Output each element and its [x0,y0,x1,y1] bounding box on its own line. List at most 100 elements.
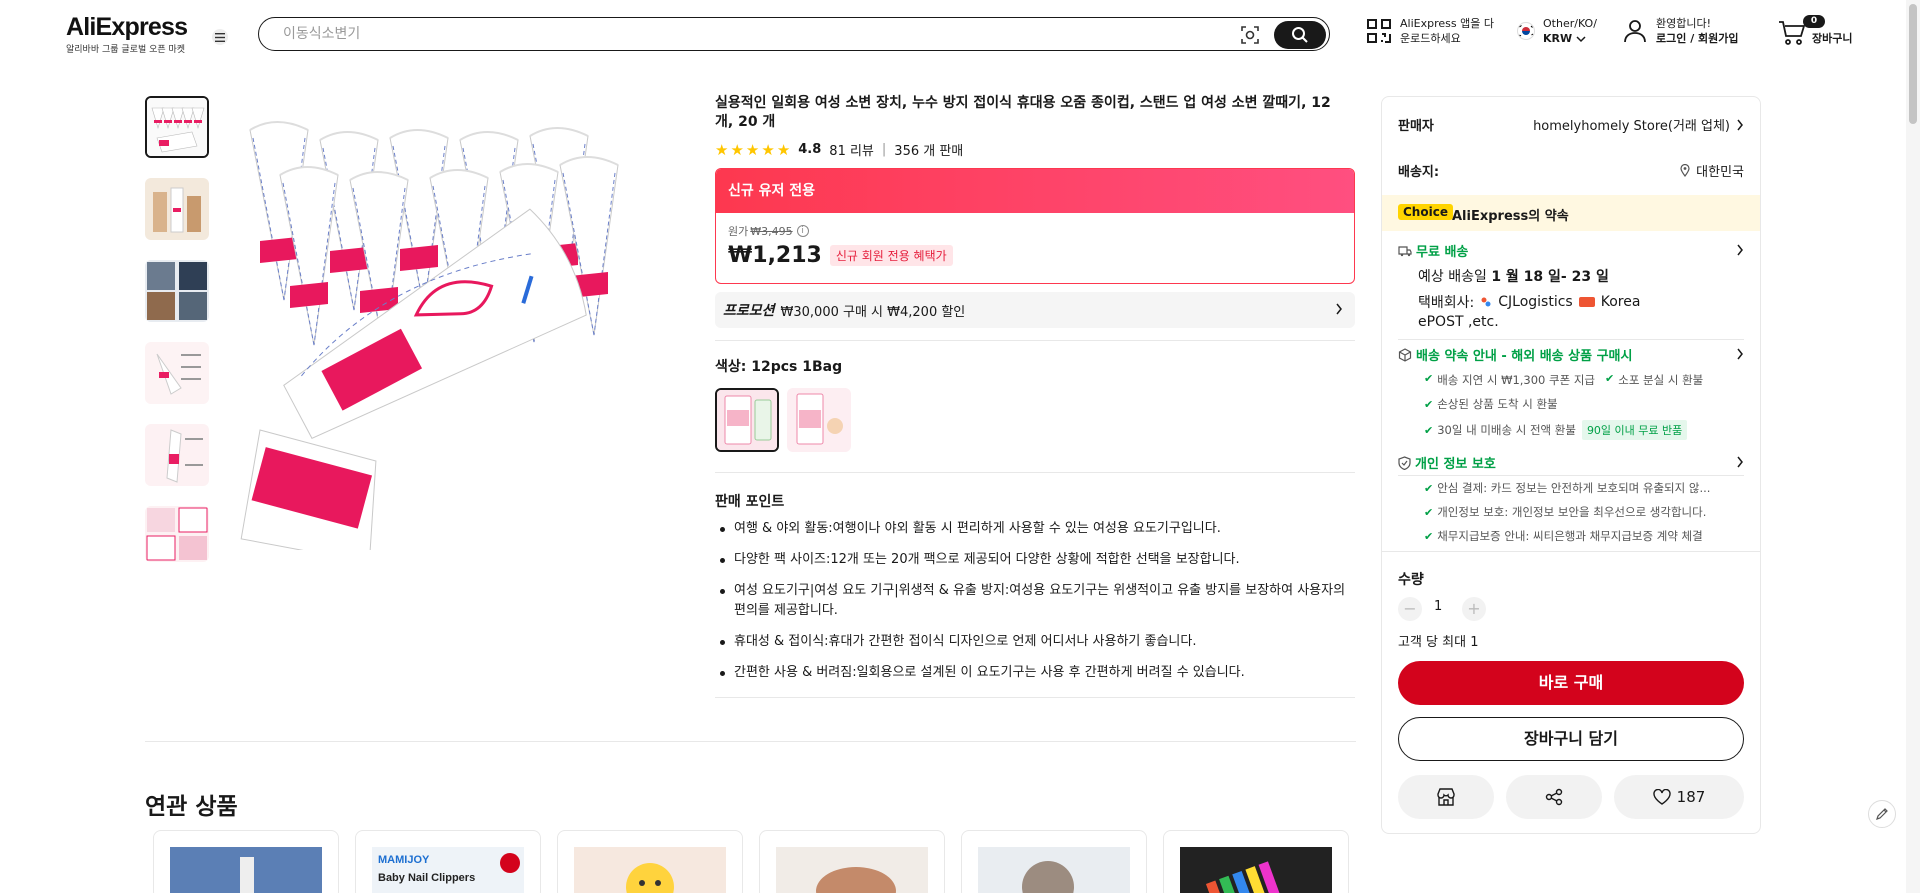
check-icon: ✔ [1605,372,1615,385]
star-icon: ★ [730,140,744,159]
logo-subtitle: 알리바바 그룹 글로벌 오픈 마켓 [66,45,186,55]
product-title: 실용적인 일회용 여성 소변 장치, 누수 방지 접이식 휴대용 오줌 종이컵,… [715,95,1331,130]
ship-to-country: 대한민국 [1696,165,1744,180]
cart-count-badge: 0 [1803,15,1825,28]
related-product-card[interactable] [961,830,1147,893]
main-product-image[interactable] [240,110,680,564]
related-product-card[interactable] [153,830,339,893]
free-shipping-label: 무료 배송 [1416,245,1469,260]
share-button[interactable] [1506,775,1602,819]
privacy-3: 채무지급보증 안내: 씨티은행과 채무지급보증 계약 체결 [1437,529,1703,543]
cart-icon [1779,21,1806,45]
selling-point: 여성 요도기구|여성 요도 기구|위생적 & 유출 방지:여성용 요도기구는 위… [715,581,1355,621]
quantity-value[interactable]: 1 [1434,599,1442,614]
privacy-section[interactable]: 개인 정보 보호 ✔ 안심 결제: 카드 정보는 안전하게 보호되며 유출되지 않… [1398,451,1744,544]
sold-count: 356 개 판매 [894,144,964,159]
thumbnail-5[interactable] [145,424,209,486]
quantity-increase-button[interactable]: + [1462,597,1486,621]
related-product-card[interactable] [557,830,743,893]
selling-point: 다양한 팩 사이즈:12개 또는 20개 팩으로 제공되어 다양한 상황에 적합… [715,550,1355,570]
app-download[interactable]: AliExpress 앱을 다 운로드하세요 [1366,16,1494,46]
promotion-bar[interactable]: 프로모션 ₩30,000 구매 시 ₩4,200 할인 [715,292,1355,328]
check-icon: ✔ [1424,398,1434,411]
cart-label: 장바구니 [1812,31,1853,45]
choice-badge: Choice [1398,204,1453,220]
purchase-panel: 판매자 homelyhomely Store(거래 업체) 배송지: 대한민국 … [1381,96,1761,834]
wishlist-count: 187 [1676,788,1706,806]
carrier-3: ePOST ,etc. [1418,314,1499,330]
share-icon [1545,788,1563,806]
review-count-link[interactable]: 81 리뷰 [829,140,874,159]
original-price-label: 원가 [728,225,749,238]
rating-score: 4.8 [798,142,822,157]
store-button[interactable] [1398,775,1494,819]
promise-2: 소포 분실 시 환불 [1618,373,1704,387]
related-product-card[interactable] [1163,830,1349,893]
thumbnail-6[interactable] [145,506,209,562]
seller-name: homelyhomely Store(거래 업체) [1533,119,1730,134]
thumbnail-4[interactable] [145,342,209,404]
login-signup-link[interactable]: 로그인 / 회원가입 [1656,32,1739,45]
divider [715,340,1355,341]
free-shipping-section[interactable]: 무료 배송 예상 배송일 1 월 18 일- 23 일 택배회사: CJLogi… [1398,241,1744,330]
scrollbar-thumb[interactable] [1909,4,1917,124]
image-search-icon[interactable] [1239,24,1261,46]
promotion-label: 프로모션 [723,303,775,319]
product-thumbnail [776,847,928,893]
color-swatch-20pcs[interactable] [787,388,851,452]
divider [145,741,1356,742]
related-product-card[interactable]: MAMIJOY Baby Nail Clippers [355,830,541,893]
box-icon [1398,347,1412,362]
chevron-right-icon [1737,348,1743,360]
search-button[interactable] [1274,20,1326,49]
promise-3: 손상된 상품 도착 시 환불 [1437,397,1558,411]
delivery-promise-section[interactable]: 배송 약속 안내 - 해외 배송 상품 구매시 ✔ 배송 지연 시 ₩1,300 … [1398,345,1744,440]
color-swatch-12pcs[interactable] [715,388,779,452]
edit-feedback-button[interactable] [1868,800,1896,828]
account-menu[interactable]: 환영합니다! 로그인 / 회원가입 [1622,16,1739,46]
aliexpress-logo[interactable]: AliExpress 알리바바 그룹 글로벌 오픈 마켓 [66,14,196,55]
ship-to-label: 배송지: [1398,165,1440,180]
menu-icon[interactable] [212,29,228,45]
svg-text:MAMIJOY: MAMIJOY [378,854,430,866]
quantity-limit: 고객 당 최대 1 [1398,635,1479,650]
related-products-title: 연관 상품 [145,794,238,820]
divider [715,472,1355,473]
quantity-decrease-button[interactable]: − [1398,597,1422,621]
currency-label: KRW [1543,32,1573,45]
location-pin-icon [1680,164,1690,177]
user-icon [1624,20,1646,43]
related-product-card[interactable] [759,830,945,893]
buy-now-button[interactable]: 바로 구매 [1398,661,1744,705]
check-icon: ✔ [1424,530,1434,543]
pencil-icon [1876,808,1888,820]
new-member-price-tag: 신규 회원 전용 혜택가 [829,245,953,266]
product-thumbnail: MAMIJOY Baby Nail Clippers [372,847,524,893]
add-to-cart-button[interactable]: 장바구니 담기 [1398,717,1744,761]
ship-to-row[interactable]: 배송지: 대한민국 [1398,161,1744,180]
quantity-label: 수량 [1398,572,1424,588]
locale-selector[interactable]: Other/KO/ KRW [1517,16,1597,46]
carrier-label: 택배회사: [1418,295,1475,311]
search-icon [1292,26,1308,43]
separator: | [881,142,887,157]
seller-row[interactable]: 판매자 homelyhomely Store(거래 업체) [1398,115,1744,134]
page-scrollbar[interactable] [1906,0,1920,893]
wishlist-button[interactable]: 187 [1614,775,1744,819]
search-input[interactable] [283,25,1183,43]
eta-prefix: 예상 배송일 [1418,269,1487,285]
rating-row: ★ ★ ★ ★ ★ 4.8 81 리뷰 | 356 개 판매 [715,140,964,160]
thumbnail-3[interactable] [145,260,209,322]
carrier-1: CJLogistics [1498,294,1573,310]
selling-points-title: 판매 포인트 [715,494,785,510]
search-bar [258,17,1330,51]
info-icon[interactable]: i [796,225,809,237]
selling-points-list: 여행 & 야외 활동:여행이나 야외 활동 시 편리하게 사용할 수 있는 여성… [715,519,1355,694]
divider [715,697,1355,698]
check-icon: ✔ [1424,423,1434,437]
current-price: ₩1,213 [728,243,822,268]
free-return-pill: 90일 이내 무료 반품 [1581,420,1688,440]
thumbnail-2[interactable] [145,178,209,240]
chevron-right-icon [1737,456,1743,468]
thumbnail-1[interactable] [145,96,209,158]
